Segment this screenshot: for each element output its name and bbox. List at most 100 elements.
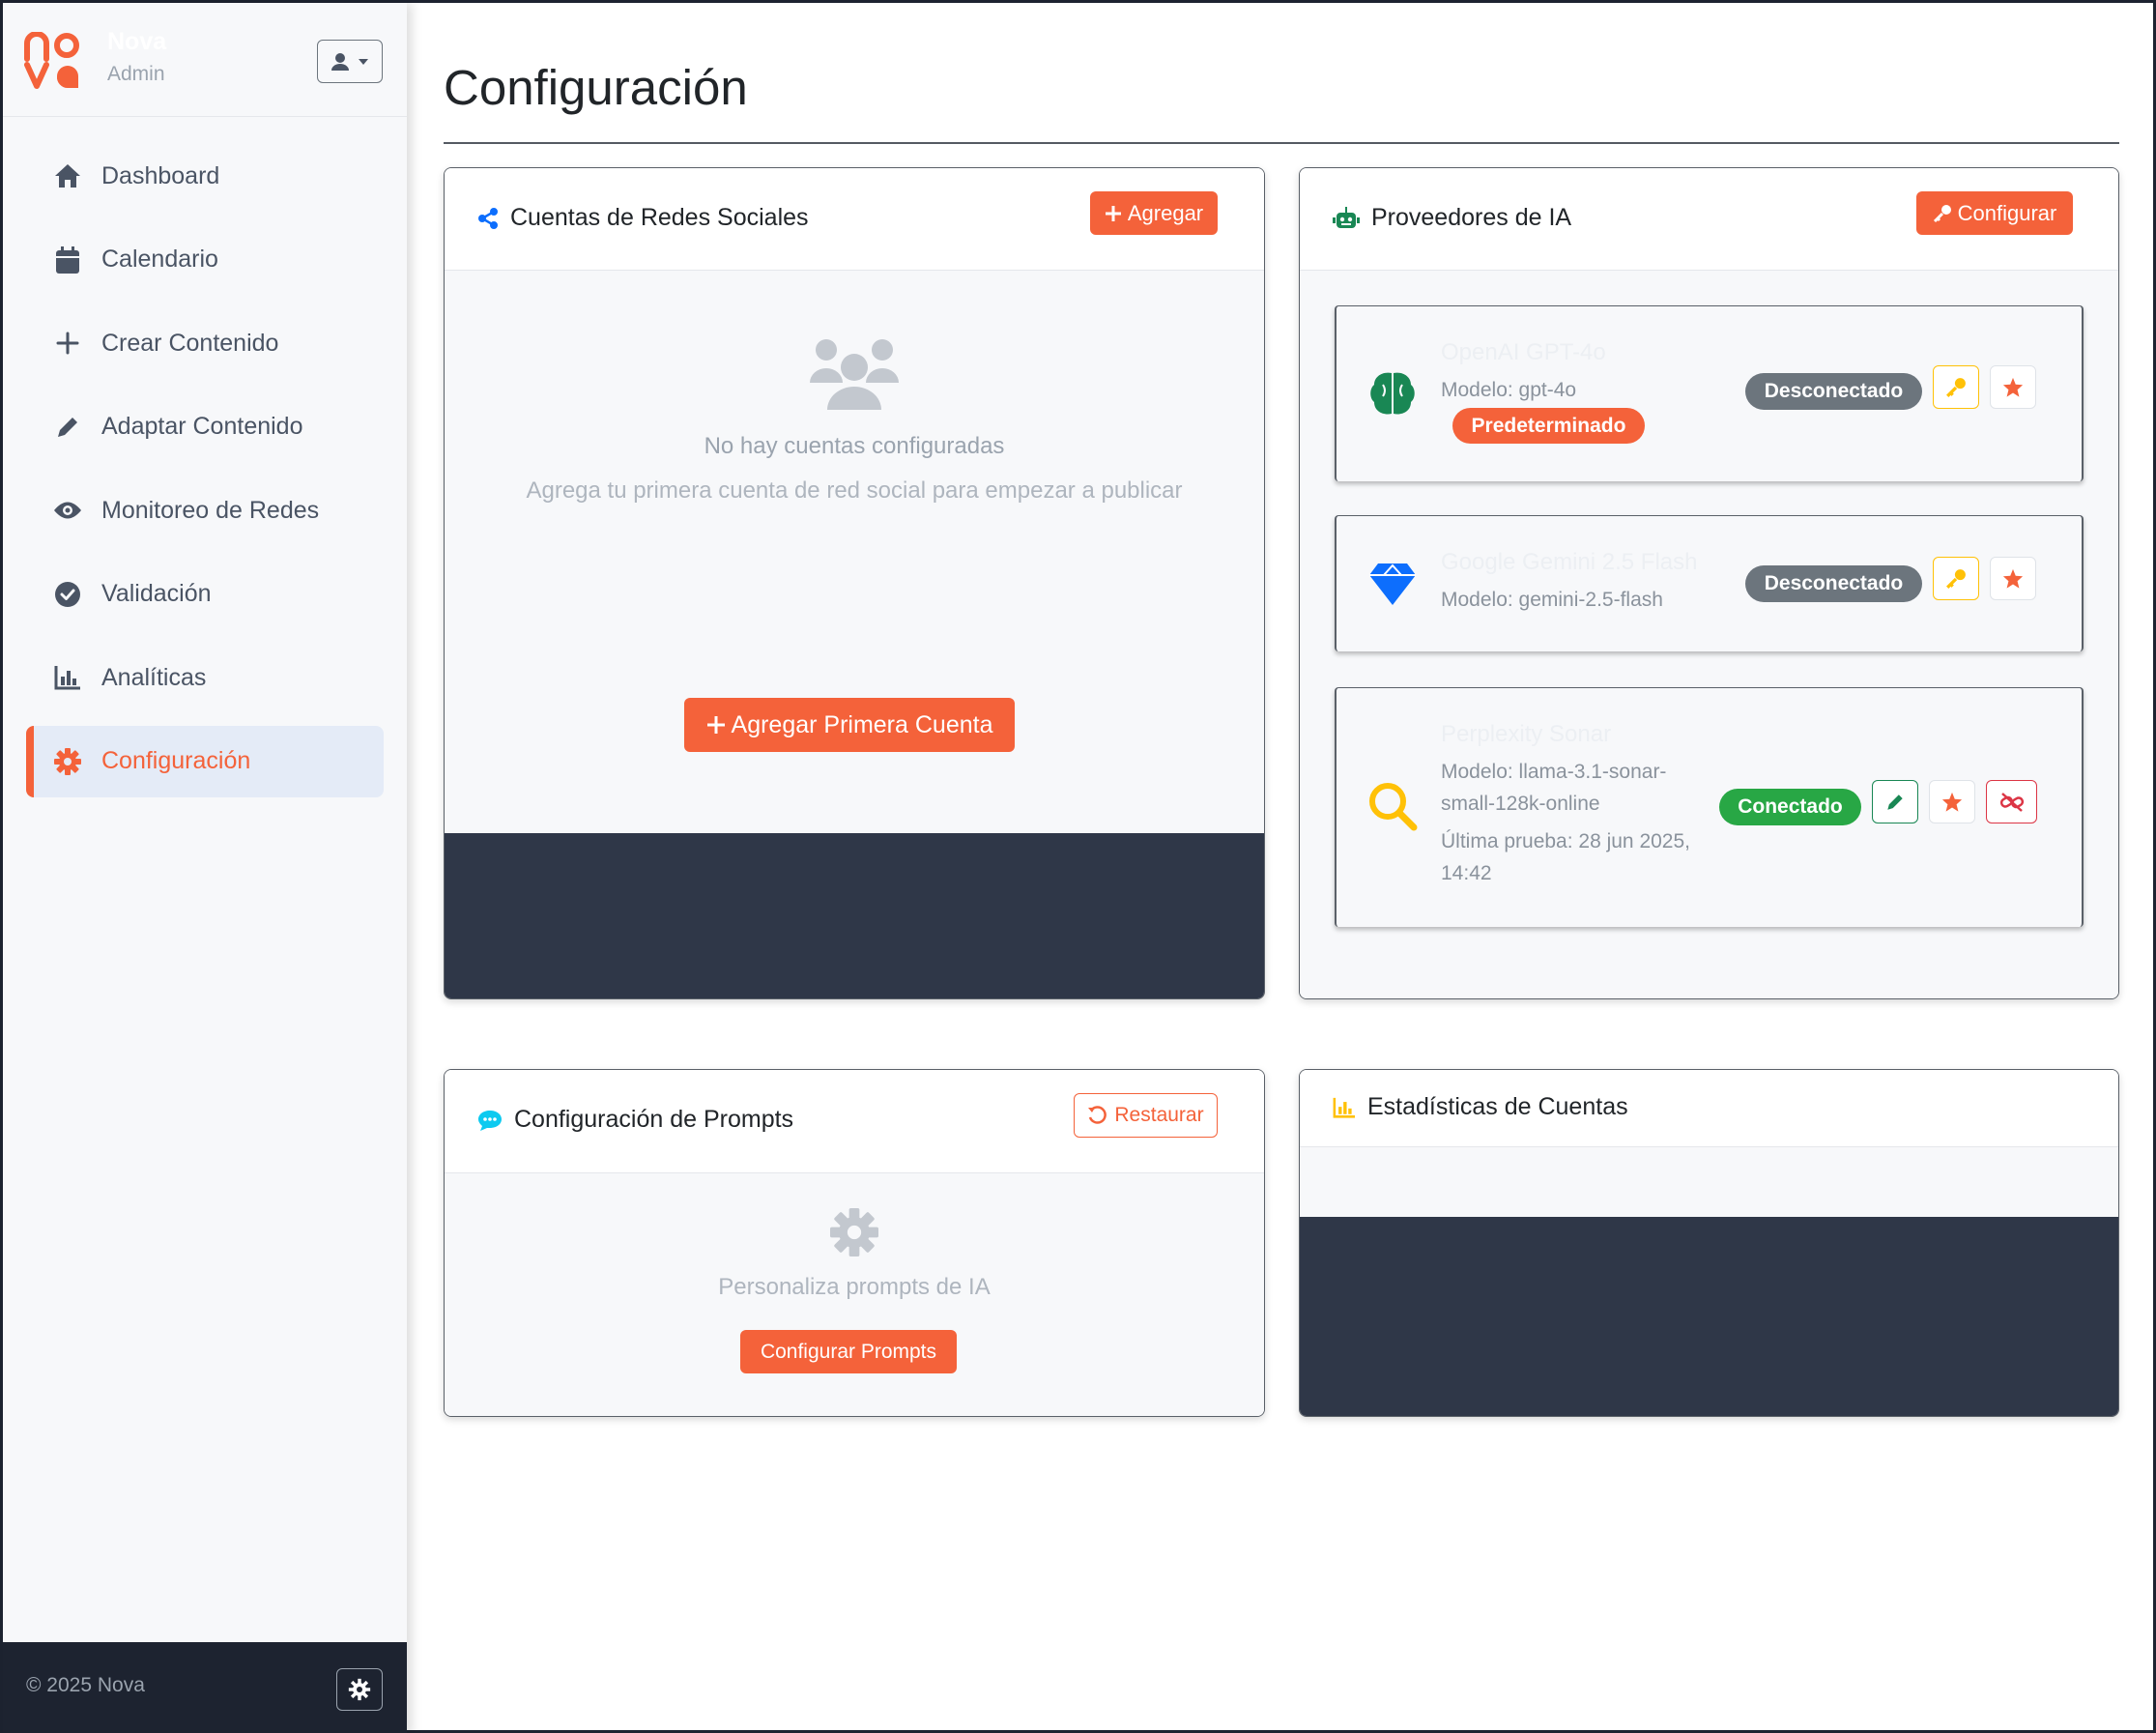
gear-icon bbox=[830, 1208, 878, 1256]
configure-prompts-button[interactable]: Configurar Prompts bbox=[740, 1330, 957, 1373]
robot-icon bbox=[1333, 206, 1360, 230]
card-title: Configuración de Prompts bbox=[477, 1106, 793, 1134]
chart-bar-icon bbox=[53, 663, 82, 692]
brand-name: Nova bbox=[107, 28, 167, 55]
users-icon bbox=[810, 338, 899, 410]
set-default-button[interactable] bbox=[1929, 780, 1975, 823]
sidebar-item-label: Validación bbox=[101, 580, 212, 607]
provider-name: Perplexity Sonar bbox=[1441, 721, 1612, 747]
star-icon bbox=[2002, 568, 2024, 590]
card-title: Cuentas de Redes Sociales bbox=[477, 204, 809, 232]
provider-last-test: Última prueba: 28 jun 2025, bbox=[1441, 830, 1690, 852]
sidebar-item-calendario[interactable]: Calendario bbox=[26, 224, 384, 296]
undo-icon bbox=[1087, 1106, 1107, 1125]
provider-gemini: Google Gemini 2.5 Flash Modelo: gemini-2… bbox=[1335, 515, 2084, 651]
prompts-description: Personaliza prompts de IA bbox=[718, 1274, 991, 1300]
sidebar-item-dashboard[interactable]: Dashboard bbox=[26, 140, 384, 212]
sidebar-item-label: Adaptar Contenido bbox=[101, 413, 303, 440]
set-default-button[interactable] bbox=[1990, 557, 2036, 600]
edit-provider-button[interactable] bbox=[1872, 780, 1918, 823]
check-circle-icon bbox=[53, 580, 82, 609]
set-key-button[interactable] bbox=[1933, 557, 1979, 600]
plus-icon bbox=[53, 329, 82, 358]
copyright-text: © 2025 Nova bbox=[26, 1674, 145, 1696]
empty-subtitle: Agrega tu primera cuenta de red social p… bbox=[526, 477, 1183, 504]
set-default-button[interactable] bbox=[1990, 365, 2036, 409]
card-title: Estadísticas de Cuentas bbox=[1333, 1093, 1628, 1121]
calendar-icon bbox=[53, 246, 82, 274]
sun-gear-icon bbox=[348, 1678, 371, 1701]
disconnect-button[interactable] bbox=[1986, 780, 2037, 823]
add-account-button[interactable]: Agregar bbox=[1090, 191, 1218, 235]
sidebar-item-adaptar-contenido[interactable]: Adaptar Contenido bbox=[26, 391, 384, 463]
provider-openai: OpenAI GPT-4o Modelo: gpt-4o Predetermin… bbox=[1335, 305, 2084, 481]
add-first-account-button[interactable]: Agregar Primera Cuenta bbox=[684, 698, 1015, 752]
sidebar-item-configuracion[interactable]: Configuración bbox=[26, 725, 384, 797]
unlink-icon bbox=[1999, 792, 2025, 813]
provider-name: Google Gemini 2.5 Flash bbox=[1441, 549, 1698, 575]
card-title-text: Configuración de Prompts bbox=[514, 1106, 794, 1133]
brand-header: Nova Admin bbox=[3, 3, 407, 117]
sidebar-footer: © 2025 Nova bbox=[3, 1642, 407, 1733]
star-icon bbox=[2002, 377, 2024, 398]
providers-list: OpenAI GPT-4o Modelo: gpt-4o Predetermin… bbox=[1300, 271, 2118, 998]
card-title-text: Estadísticas de Cuentas bbox=[1367, 1093, 1628, 1120]
restore-prompts-label: Restaurar bbox=[1114, 1104, 1204, 1126]
chart-bar-icon bbox=[1333, 1097, 1356, 1118]
ai-providers-card: Proveedores de IA Configurar OpenAI GPT-… bbox=[1299, 167, 2119, 999]
card-header: Proveedores de IA Configurar bbox=[1300, 168, 2118, 271]
app-window: Nova Admin Dashboard Calendario Crear Co… bbox=[0, 0, 2156, 1733]
sidebar-item-analiticas[interactable]: Analíticas bbox=[26, 642, 384, 713]
gem-icon bbox=[1367, 559, 1418, 609]
set-key-button[interactable] bbox=[1933, 365, 1979, 409]
user-menu-button[interactable] bbox=[317, 40, 383, 83]
search-icon bbox=[1367, 781, 1418, 831]
provider-model: Modelo: gemini-2.5-flash bbox=[1441, 589, 1663, 611]
title-divider bbox=[444, 142, 2119, 144]
provider-model: Modelo: llama-3.1-sonar- bbox=[1441, 761, 1667, 783]
user-icon bbox=[331, 52, 350, 72]
provider-name: OpenAI GPT-4o bbox=[1441, 339, 1606, 365]
social-empty-state: No hay cuentas configuradas Agrega tu pr… bbox=[445, 271, 1264, 833]
share-icon bbox=[477, 207, 499, 229]
sidebar-item-validacion[interactable]: Validación bbox=[26, 559, 384, 630]
plus-icon bbox=[706, 715, 726, 735]
default-badge: Predeterminado bbox=[1452, 408, 1645, 444]
sidebar-item-label: Configuración bbox=[101, 747, 251, 774]
empty-title: No hay cuentas configuradas bbox=[704, 433, 1005, 459]
card-title-text: Proveedores de IA bbox=[1371, 204, 1572, 231]
page-title: Configuración bbox=[444, 60, 748, 115]
sidebar-item-crear-contenido[interactable]: Crear Contenido bbox=[26, 307, 384, 379]
sidebar-item-label: Dashboard bbox=[101, 161, 220, 189]
key-icon bbox=[1945, 377, 1967, 398]
sidebar-item-label: Crear Contenido bbox=[101, 329, 279, 357]
social-accounts-card: Cuentas de Redes Sociales Agregar No hay… bbox=[444, 167, 1265, 999]
pencil-icon bbox=[53, 413, 82, 442]
prompts-card: Configuración de Prompts Restaurar Perso… bbox=[444, 1069, 1265, 1417]
key-icon bbox=[1945, 568, 1967, 590]
add-account-label: Agregar bbox=[1127, 200, 1204, 225]
sidebar-item-monitoreo-de-redes[interactable]: Monitoreo de Redes bbox=[26, 475, 384, 546]
pencil-icon bbox=[1885, 793, 1905, 812]
card-title-text: Cuentas de Redes Sociales bbox=[510, 204, 809, 231]
status-badge: Desconectado bbox=[1745, 373, 1922, 410]
star-icon bbox=[1941, 792, 1963, 813]
caret-down-icon bbox=[358, 58, 369, 66]
nova-logo bbox=[24, 32, 84, 90]
gear-icon bbox=[53, 747, 82, 776]
card-header: Cuentas de Redes Sociales Agregar bbox=[445, 168, 1264, 271]
sidebar: Nova Admin Dashboard Calendario Crear Co… bbox=[3, 3, 407, 1733]
configure-ai-button[interactable]: Configurar bbox=[1916, 191, 2073, 235]
provider-perplexity: Perplexity Sonar Modelo: llama-3.1-sonar… bbox=[1335, 687, 2084, 927]
card-title: Proveedores de IA bbox=[1333, 204, 1571, 232]
brain-icon bbox=[1367, 368, 1418, 419]
provider-model-cont: small-128k-online bbox=[1441, 793, 1600, 815]
sidebar-nav: Dashboard Calendario Crear Contenido Ada… bbox=[26, 140, 384, 809]
chat-bubble-icon bbox=[477, 1109, 503, 1132]
restore-prompts-button[interactable]: Restaurar bbox=[1074, 1093, 1218, 1138]
sidebar-item-label: Monitoreo de Redes bbox=[101, 496, 320, 524]
card-header: Estadísticas de Cuentas bbox=[1300, 1070, 2118, 1147]
settings-toggle-button[interactable] bbox=[336, 1668, 383, 1711]
provider-last-test-cont: 14:42 bbox=[1441, 862, 1492, 884]
account-stats-card: Estadísticas de Cuentas bbox=[1299, 1069, 2119, 1417]
